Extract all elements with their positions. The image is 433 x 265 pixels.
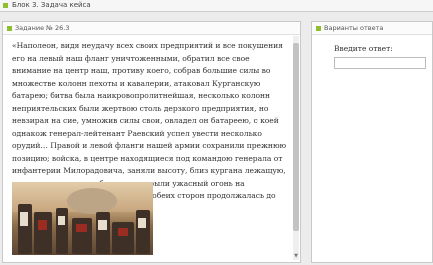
answer-input[interactable]: [334, 57, 426, 69]
answer-prompt: Введите ответ:: [334, 44, 393, 53]
task-panel: Задание № 26.3 «Наполеон, видя неудачу в…: [2, 21, 301, 263]
block-title: Блок 3. Задача кейса: [12, 1, 91, 9]
answer-panel-title: Варианты ответа: [324, 24, 384, 32]
answer-marker-icon: [316, 26, 321, 31]
task-panel-header: Задание № 26.3: [3, 22, 300, 35]
scrollbar-thumb[interactable]: [293, 43, 299, 231]
answer-panel-header: Варианты ответа: [312, 22, 432, 35]
task-number: Задание № 26.3: [15, 24, 70, 32]
block-marker-icon: [3, 3, 8, 8]
scroll-down-arrow[interactable]: ▼: [293, 253, 299, 259]
block-header: Блок 3. Задача кейса: [0, 0, 433, 12]
answer-panel: Варианты ответа Введите ответ:: [311, 21, 433, 263]
task-marker-icon: [7, 26, 12, 31]
battle-painting-image: [12, 182, 153, 255]
